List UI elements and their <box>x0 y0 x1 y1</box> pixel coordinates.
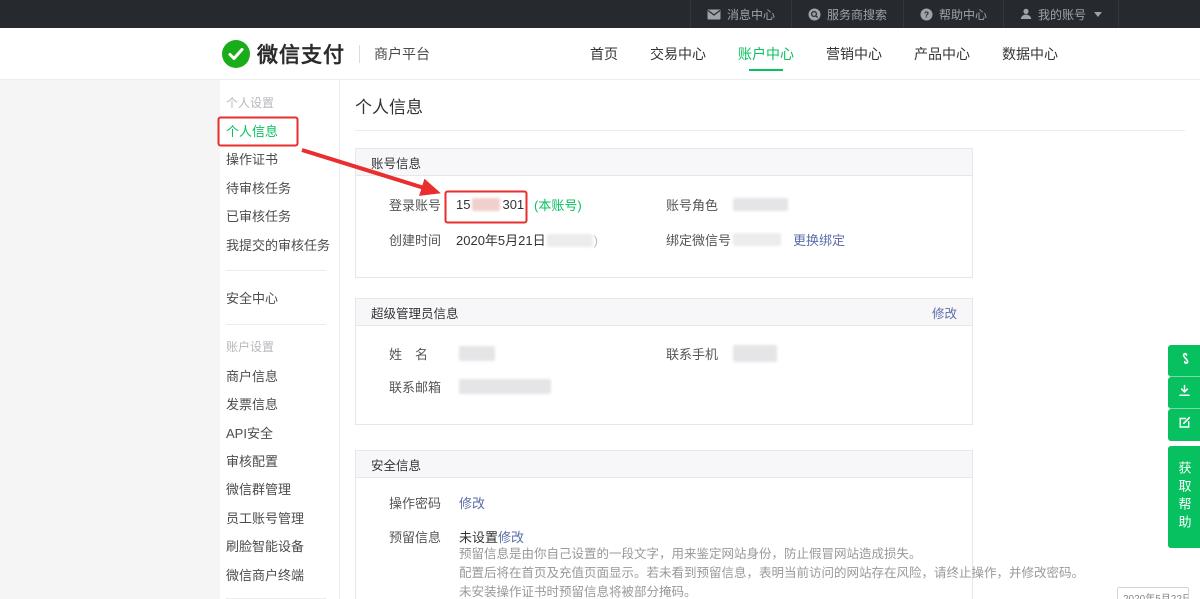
topbar-item-label: 消息中心 <box>727 6 775 23</box>
redacted-value <box>733 198 788 211</box>
top-utility-bar: 消息中心 服务商搜索 ? 帮助中心 我的账号 <box>0 0 1200 28</box>
help-icon: ? <box>920 8 933 21</box>
site-header: 微信支付 商户平台 首页 交易中心 账户中心 营销中心 产品中心 数据中心 <box>0 28 1200 80</box>
topbar-item-label: 帮助中心 <box>939 6 987 23</box>
feedback-icon-button[interactable] <box>1168 409 1200 441</box>
sidebar-item-api-security[interactable]: API安全 <box>220 418 339 446</box>
login-account-label: 登录账号 <box>389 195 441 214</box>
sidebar: 个人设置 个人信息 操作证书 待审核任务 已审核任务 我提交的审核任务 安全中心… <box>220 80 340 599</box>
brand-name: 微信支付 <box>257 39 345 69</box>
contact-phone-label: 联系手机 <box>666 344 718 363</box>
sidebar-item-operation-certificate[interactable]: 操作证书 <box>220 145 339 173</box>
panel-title: 账号信息 <box>371 153 421 172</box>
brand-area: 微信支付 商户平台 <box>222 28 430 80</box>
panel-title: 安全信息 <box>371 455 421 474</box>
redacted-value <box>733 233 781 246</box>
change-binding-link[interactable]: 更换绑定 <box>793 230 845 249</box>
portal-name: 商户平台 <box>374 44 430 64</box>
nav-tab-data-center[interactable]: 数据中心 <box>1002 29 1058 79</box>
bound-wechat-label: 绑定微信号 <box>666 230 731 249</box>
search-icon <box>808 8 821 21</box>
reserved-info-label: 预留信息 <box>389 527 441 546</box>
panel-title: 超级管理员信息 <box>371 303 459 322</box>
download-icon-button[interactable] <box>1168 377 1200 409</box>
modify-reserved-info-link[interactable]: 修改 <box>498 527 524 546</box>
contact-email-label: 联系邮箱 <box>389 377 441 396</box>
sidebar-item-wechat-group-mgmt[interactable]: 微信群管理 <box>220 475 339 503</box>
topbar-item-my-account[interactable]: 我的账号 <box>1003 0 1119 28</box>
modify-password-link[interactable]: 修改 <box>459 493 485 512</box>
account-role-label: 账号角色 <box>666 195 718 214</box>
nav-tab-account-center[interactable]: 账户中心 <box>738 29 794 79</box>
operation-password-label: 操作密码 <box>389 493 441 512</box>
created-time-label: 创建时间 <box>389 230 441 249</box>
link-icon <box>1177 351 1191 371</box>
redacted-value <box>459 379 551 394</box>
edit-icon <box>1177 415 1192 435</box>
security-info-panel: 安全信息 操作密码 修改 预留信息 未设置 修改 预留信息是由你自己设置的一段文… <box>355 450 973 599</box>
created-time-value: 2020年5月21日) <box>456 230 598 249</box>
reserved-info-description: 预留信息是由你自己设置的一段文字，用来鉴定网站身份，防止假冒网站造成损失。 配置… <box>459 545 1084 599</box>
sidebar-divider <box>226 270 326 271</box>
chevron-down-icon <box>1094 12 1102 17</box>
sidebar-item-my-submitted-tasks[interactable]: 我提交的审核任务 <box>220 230 339 258</box>
edit-admin-link[interactable]: 修改 <box>932 303 957 322</box>
sidebar-item-personal-info[interactable]: 个人信息 <box>220 116 339 144</box>
sidebar-item-security-center[interactable]: 安全中心 <box>220 283 339 311</box>
user-icon <box>1020 8 1032 20</box>
floating-toolbar: 获取帮助 <box>1168 345 1200 548</box>
sidebar-item-staff-account-mgmt[interactable]: 员工账号管理 <box>220 503 339 531</box>
redacted-value <box>472 198 500 211</box>
sidebar-item-face-smart-device[interactable]: 刷脸智能设备 <box>220 531 339 559</box>
sidebar-item-invoice-info[interactable]: 发票信息 <box>220 390 339 418</box>
nav-tab-marketing-center[interactable]: 营销中心 <box>826 29 882 79</box>
download-icon <box>1177 383 1192 403</box>
redacted-value <box>547 234 593 247</box>
name-label: 姓 名 <box>389 344 428 363</box>
redacted-value <box>459 346 495 361</box>
sidebar-section-account-settings: 账户设置 <box>220 333 339 361</box>
link-icon-button[interactable] <box>1168 345 1200 377</box>
sidebar-section-personal-settings: 个人设置 <box>220 88 339 116</box>
brand-divider <box>359 45 360 63</box>
sidebar-divider <box>226 324 326 325</box>
get-help-button[interactable]: 获取帮助 <box>1168 446 1200 548</box>
topbar-item-label: 我的账号 <box>1038 6 1086 23</box>
wechat-pay-logo-icon <box>222 40 250 68</box>
page-title: 个人信息 <box>355 93 423 118</box>
left-gutter <box>0 80 220 599</box>
merchant-platform-page: 消息中心 服务商搜索 ? 帮助中心 我的账号 <box>0 0 1200 599</box>
nav-tab-home[interactable]: 首页 <box>590 29 618 79</box>
sidebar-item-review-config[interactable]: 审核配置 <box>220 446 339 474</box>
nav-tab-transaction-center[interactable]: 交易中心 <box>650 29 706 79</box>
topbar-item-message-center[interactable]: 消息中心 <box>690 0 791 28</box>
super-admin-panel: 超级管理员信息 修改 姓 名 联系手机 联系邮箱 <box>355 298 973 425</box>
title-divider <box>355 130 1185 131</box>
main-nav: 首页 交易中心 账户中心 营销中心 产品中心 数据中心 <box>590 28 1058 80</box>
reserved-info-status: 未设置 <box>459 527 498 546</box>
topbar-item-sp-search[interactable]: 服务商搜索 <box>791 0 903 28</box>
topbar-item-help-center[interactable]: ? 帮助中心 <box>903 0 1003 28</box>
mail-icon <box>707 9 721 20</box>
current-account-tag: (本账号) <box>534 195 582 214</box>
sidebar-item-merchant-info[interactable]: 商户信息 <box>220 361 339 389</box>
redacted-value <box>733 345 777 362</box>
login-account-value: 15301 <box>456 197 524 212</box>
date-tooltip: 2020年5月22日 <box>1117 587 1189 599</box>
nav-tab-product-center[interactable]: 产品中心 <box>914 29 970 79</box>
sidebar-item-wechat-merchant-terminal[interactable]: 微信商户终端 <box>220 560 339 588</box>
sidebar-item-reviewed-tasks[interactable]: 已审核任务 <box>220 202 339 230</box>
sidebar-item-pending-review-tasks[interactable]: 待审核任务 <box>220 173 339 201</box>
svg-text:?: ? <box>924 9 929 19</box>
topbar-item-label: 服务商搜索 <box>827 6 887 23</box>
account-info-panel: 账号信息 登录账号 15301 (本账号) 账号角色 创建时间 2020年5月2… <box>355 148 973 278</box>
